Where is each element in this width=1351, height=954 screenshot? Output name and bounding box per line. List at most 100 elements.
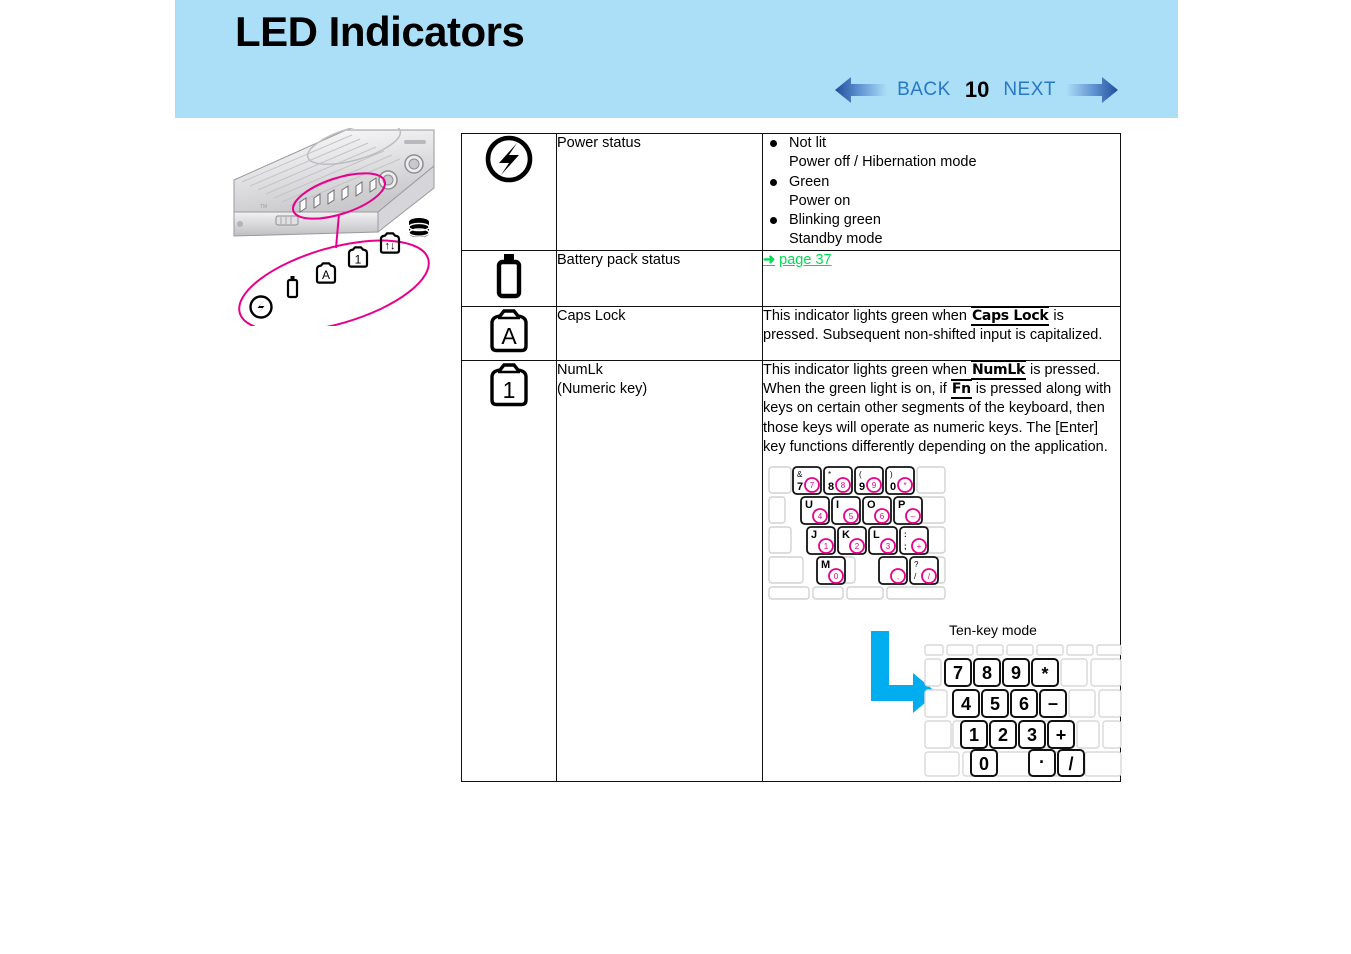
caps-lock-indicator-icon: A <box>486 308 532 359</box>
svg-text:*: * <box>828 470 831 479</box>
numlk-name-cell: NumLk (Numeric key) <box>556 359 763 783</box>
svg-text:I: I <box>836 499 839 511</box>
svg-text:(: ( <box>859 470 862 479</box>
svg-text:1: 1 <box>824 542 829 551</box>
numpad-keys: 78 9 * 4 5 6 – 1 2 3 + 0 · / <box>924 644 1122 778</box>
svg-text:7: 7 <box>797 481 803 493</box>
list-item: Green Power on <box>763 173 1120 212</box>
list-item: Blinking green Standby mode <box>763 211 1120 250</box>
numlk-icon: 1 <box>347 246 369 268</box>
power-status-icon <box>484 135 534 188</box>
next-button[interactable]: NEXT <box>1003 79 1056 101</box>
power-status-desc-cell: Not lit Power off / Hibernation mode Gre… <box>762 133 1121 251</box>
scroll-lock-icon: ↑↓ <box>379 232 401 254</box>
bullet-sub: Power on <box>789 192 851 209</box>
power-icon <box>249 295 273 319</box>
svg-text:6: 6 <box>1019 694 1029 714</box>
svg-text::: : <box>904 530 907 539</box>
svg-text:P: P <box>898 499 905 511</box>
svg-text:*: * <box>1041 664 1048 684</box>
battery-status-name-cell: Battery pack status <box>556 249 763 307</box>
hdd-icon <box>408 218 430 237</box>
svg-text:K: K <box>842 529 850 541</box>
svg-text:TM: TM <box>260 204 267 210</box>
svg-text:–: – <box>1048 693 1058 713</box>
power-status-icon-cell <box>461 133 557 251</box>
page-37-link[interactable]: ➜ page 37 <box>763 252 832 268</box>
svg-text:/: / <box>1068 754 1073 774</box>
svg-text:8: 8 <box>982 663 992 683</box>
battery-icon <box>286 276 299 299</box>
battery-status-icon-cell <box>461 249 557 307</box>
fn-keycap: Fn <box>950 378 972 399</box>
row-label: NumLk <box>557 361 603 378</box>
svg-text:2: 2 <box>855 542 860 551</box>
numlk-keycap: NumLk <box>970 359 1026 380</box>
power-status-bullet-list: Not lit Power off / Hibernation mode Gre… <box>763 134 1120 250</box>
page-header: LED Indicators BACK 10 NEXT <box>175 0 1178 118</box>
svg-text:6: 6 <box>880 512 885 521</box>
bullet-label: Blinking green <box>789 212 881 229</box>
bullet-dot-icon <box>770 217 777 225</box>
svg-text:5: 5 <box>849 512 854 521</box>
svg-text:+: + <box>1056 725 1067 745</box>
bullet-sub: Standby mode <box>789 231 883 248</box>
table-row: A Caps Lock This indicator lights green … <box>461 305 1121 361</box>
battery-status-desc-cell: ➜ page 37 <box>762 249 1121 307</box>
svg-text:7: 7 <box>953 663 963 683</box>
svg-text:?: ? <box>914 560 919 569</box>
bullet-label: Not lit <box>789 135 827 151</box>
table-row: Power status Not lit Power off / Hiberna… <box>461 133 1121 251</box>
tenkey-row-3: 12 3 + <box>960 720 1075 750</box>
svg-text:*: * <box>903 481 906 490</box>
tenkey-row-1: 78 9 * <box>944 658 1059 688</box>
row-sublabel: (Numeric key) <box>557 380 648 397</box>
svg-text:L: L <box>873 529 880 541</box>
svg-text:2: 2 <box>998 725 1008 745</box>
caps-lock-name-cell: Caps Lock <box>556 305 763 361</box>
caps-lock-keycap: Caps Lock <box>970 305 1050 326</box>
svg-text:9: 9 <box>1011 663 1021 683</box>
svg-text:↑↓: ↑↓ <box>385 240 396 252</box>
svg-text:8: 8 <box>841 481 846 490</box>
svg-text:0: 0 <box>834 572 839 581</box>
caps-lock-icon-cell: A <box>461 305 557 361</box>
svg-text:&: & <box>797 470 803 479</box>
svg-text:3: 3 <box>1027 725 1037 745</box>
list-item: Not lit Power off / Hibernation mode <box>763 134 1120 173</box>
link-text: page 37 <box>779 251 832 268</box>
bullet-dot-icon <box>770 140 777 147</box>
numlk-indicator-icon: 1 <box>486 362 532 413</box>
table-row: Battery pack status ➜ page 37 <box>461 249 1121 307</box>
svg-text:M: M <box>821 559 830 571</box>
numlk-icon-cell: 1 <box>461 359 557 783</box>
page-title: LED Indicators <box>235 8 525 55</box>
ten-key-mode-label: Ten-key mode <box>949 622 1037 639</box>
svg-text:9: 9 <box>872 481 877 490</box>
svg-text:8: 8 <box>828 481 834 493</box>
caps-lock-desc-cell: This indicator lights green when Caps Lo… <box>762 305 1121 361</box>
laptop-illustration: TM A 1 ↑↓ <box>228 122 440 333</box>
arrow-left-icon[interactable] <box>833 75 889 105</box>
svg-text:A: A <box>322 268 330 282</box>
row-label: Power status <box>557 135 641 151</box>
laptop-body: TM <box>233 122 435 237</box>
svg-text:1: 1 <box>503 377 516 403</box>
kb-row-4: M ? / 0. / <box>816 556 939 585</box>
desc-text-part: This indicator lights green when <box>763 361 971 378</box>
svg-text:.: . <box>897 572 899 581</box>
back-button[interactable]: BACK <box>897 79 951 101</box>
svg-text:5: 5 <box>990 694 1000 714</box>
green-arrow-icon: ➜ <box>763 251 776 268</box>
document-page: LED Indicators BACK 10 NEXT TM A 1 ↑↓ Po… <box>0 0 1351 954</box>
svg-text:0: 0 <box>890 481 896 493</box>
svg-text:9: 9 <box>859 481 865 493</box>
svg-text:J: J <box>811 529 817 541</box>
battery-status-icon <box>492 253 526 305</box>
page-navigation: BACK 10 NEXT <box>833 70 1120 110</box>
led-indicator-table: Power status Not lit Power off / Hiberna… <box>461 133 1122 783</box>
desc-text-part: This indicator lights green when <box>763 307 971 324</box>
power-status-name-cell: Power status <box>556 133 763 251</box>
arrow-right-icon[interactable] <box>1064 75 1120 105</box>
svg-text:3: 3 <box>886 542 891 551</box>
